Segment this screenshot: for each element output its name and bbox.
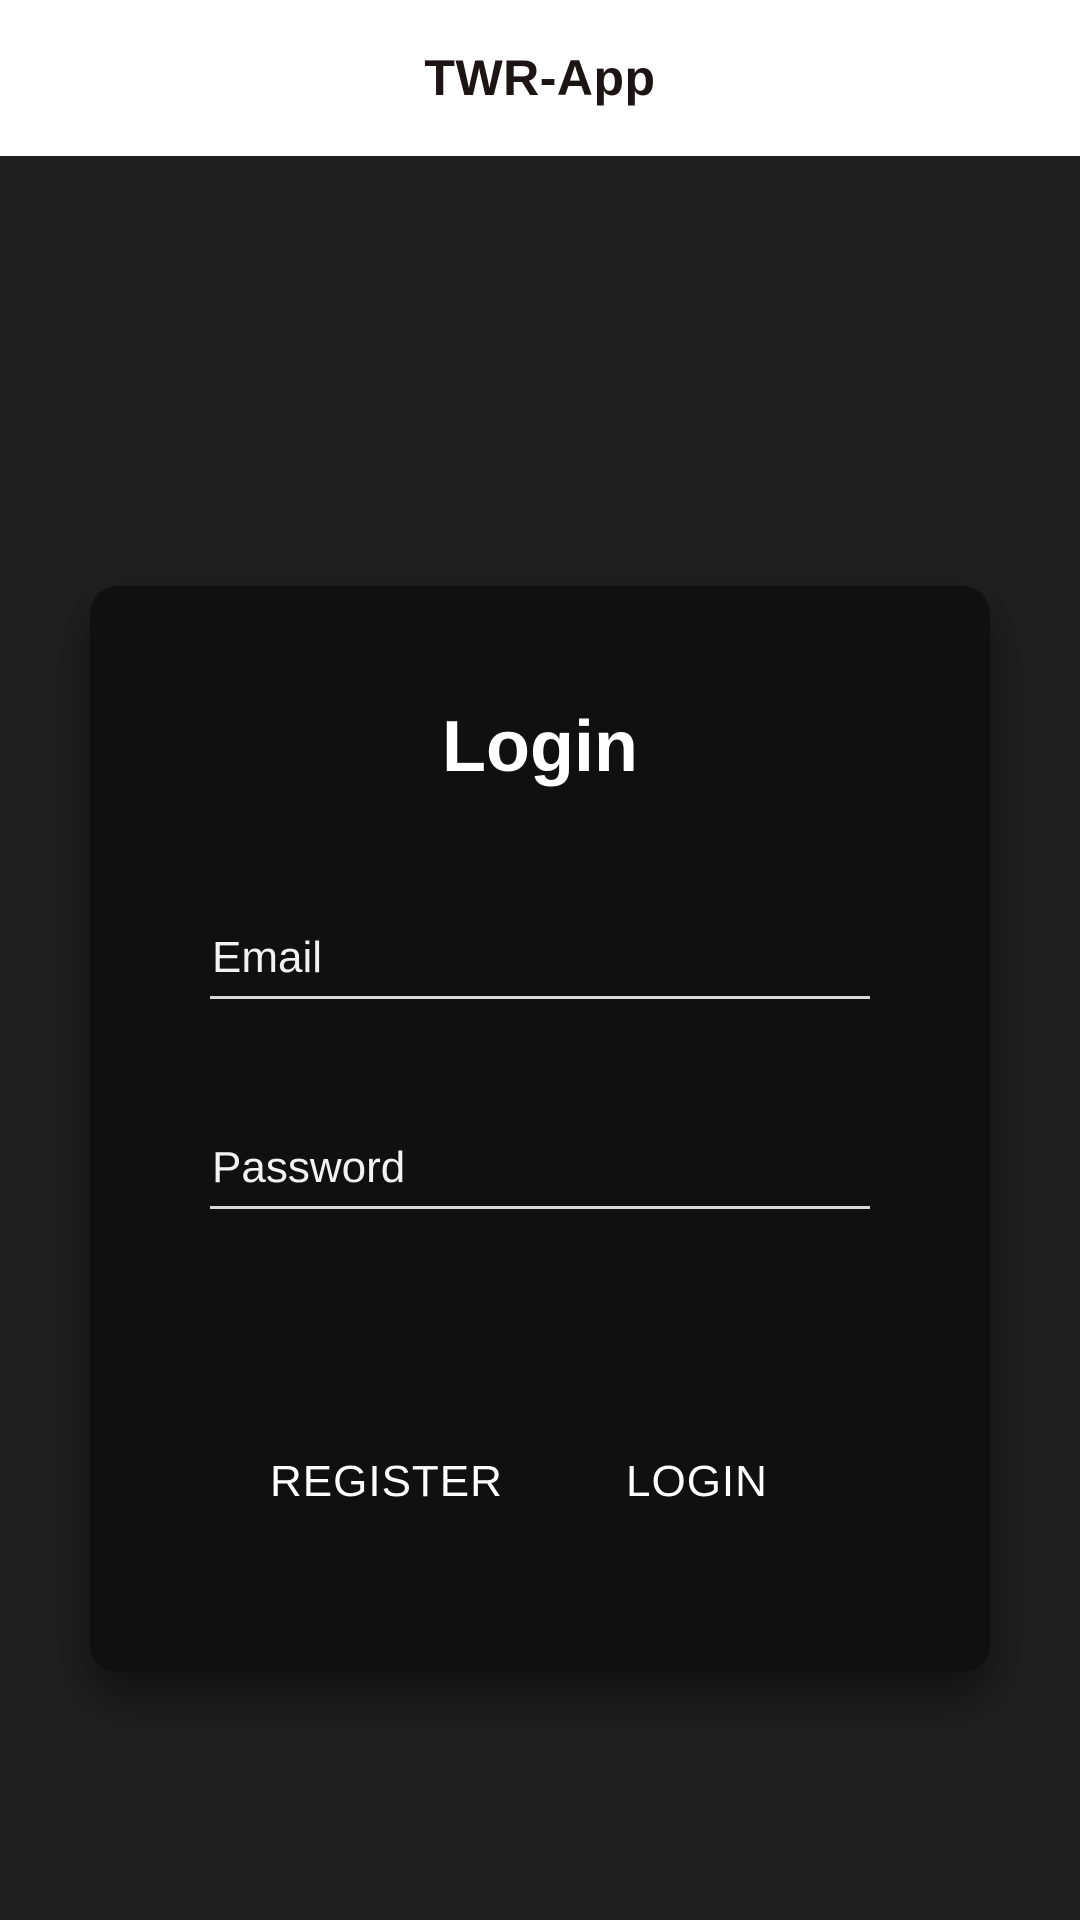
password-input[interactable] — [210, 1129, 874, 1206]
app-title: TWR-App — [424, 50, 656, 106]
email-field[interactable] — [210, 919, 874, 999]
login-button[interactable]: LOGIN — [616, 1444, 778, 1520]
login-title: Login — [442, 707, 638, 787]
app-bar: TWR-App — [0, 0, 1080, 156]
register-button[interactable]: REGISTER — [260, 1444, 513, 1520]
login-card: Login REGISTER LOGIN — [90, 586, 990, 1672]
password-field[interactable] — [210, 1129, 874, 1209]
email-input[interactable] — [210, 919, 874, 996]
